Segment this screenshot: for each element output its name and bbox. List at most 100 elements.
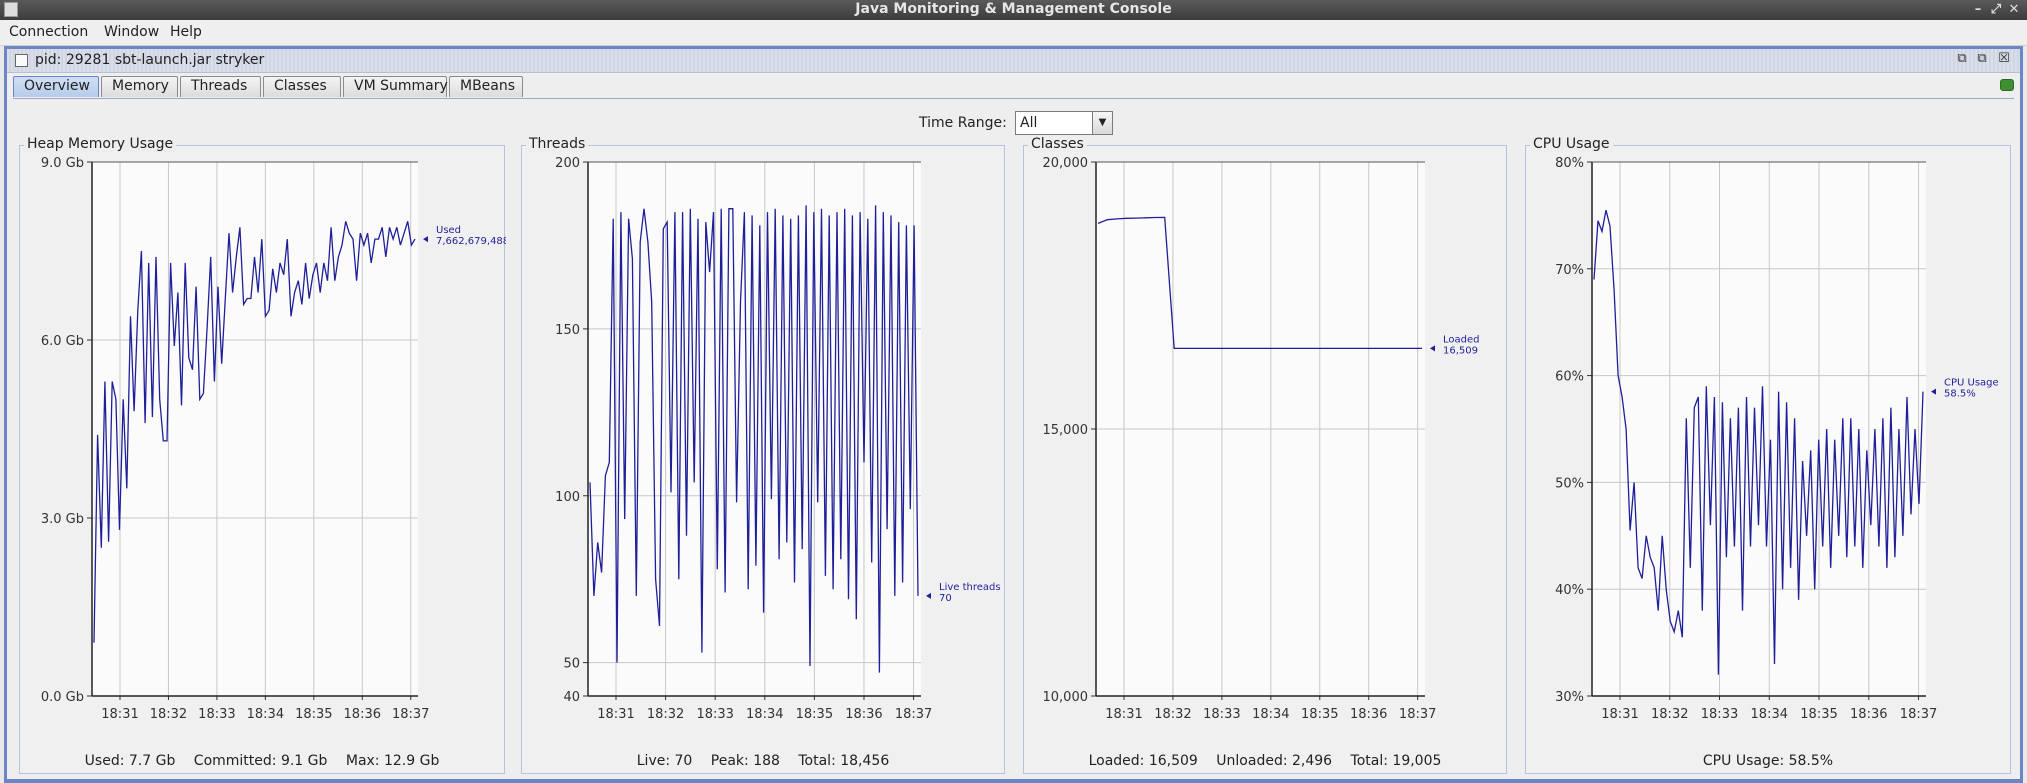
series-name-label: Loaded [1443, 334, 1480, 345]
x-tick-label: 18:37 [392, 707, 429, 722]
y-tick-label: 30% [1555, 690, 1584, 705]
x-tick-label: 18:32 [1154, 707, 1191, 722]
y-tick-label: 150 [555, 323, 580, 338]
x-tick-label: 18:35 [796, 707, 833, 722]
minimize-icon[interactable]: – [1969, 0, 1987, 20]
threads-peak-text: Peak: 188 [710, 753, 780, 769]
tab-classes[interactable]: Classes [263, 76, 341, 97]
series-value-label: 58.5% [1944, 389, 1976, 400]
series-value-label: 7,662,679,488 [436, 236, 506, 247]
cpu-usage-chart: 18:31 18:32 18:33 18:34 18:35 18:36 18:37 30% 40… [1555, 156, 1999, 722]
cpu-usage-footer: CPU Usage: 58.5% [1526, 753, 2010, 769]
x-tick-label: 18:34 [1252, 707, 1289, 722]
x-tick-label: 18:31 [101, 707, 138, 722]
x-tick-label: 18:31 [1601, 707, 1638, 722]
close-frame-icon[interactable]: ☒ [1996, 51, 2012, 69]
chevron-down-icon[interactable]: ▼ [1092, 112, 1112, 134]
tab-memory[interactable]: Memory [101, 76, 178, 97]
menu-connection[interactable]: Connection [9, 24, 88, 40]
x-tick-label: 18:34 [1751, 707, 1788, 722]
tab-vm-summary[interactable]: VM Summary [343, 76, 448, 97]
close-icon[interactable]: ✕ [2005, 0, 2023, 20]
connection-title: pid: 29281 sbt-launch.jar stryker [35, 52, 265, 68]
classes-footer: Loaded: 16,509 Unloaded: 2,496 Total: 19… [1024, 753, 1506, 769]
heap-memory-panel: Heap Memory Usage 18:31 18:32 18:33 18:34 18… [19, 136, 506, 774]
connection-frame: pid: 29281 sbt-launch.jar stryker ⧉ ⧉ ☒ … [4, 46, 2023, 783]
x-tick-label: 18:32 [150, 707, 187, 722]
y-tick-label: 100 [555, 490, 580, 505]
plot-area [1592, 162, 1926, 696]
time-range-value: All [1020, 115, 1038, 131]
x-tick-label: 18:35 [295, 707, 332, 722]
document-icon [15, 54, 28, 67]
y-tick-label: 50% [1555, 476, 1584, 491]
threads-live-text: Live: 70 [636, 753, 693, 769]
window-titlebar: Java Monitoring & Management Console – ⤢… [0, 0, 2027, 20]
series-value-label: 70 [939, 593, 952, 604]
time-range-label: Time Range: [919, 115, 1007, 131]
y-tick-label: 40% [1555, 583, 1584, 598]
x-tick-label: 18:33 [696, 707, 733, 722]
cpu-usage-text: CPU Usage: 58.5% [1702, 753, 1834, 769]
threads-total-text: Total: 18,456 [798, 753, 890, 769]
threads-footer: Live: 70 Peak: 188 Total: 18,456 [522, 753, 1004, 769]
cpu-usage-panel: CPU Usage 18:31 18:32 18:33 18:34 18:35 18:36… [1525, 136, 2011, 774]
tab-threads[interactable]: Threads [180, 76, 261, 97]
heap-committed-text: Committed: 9.1 Gb [193, 753, 328, 769]
restore-icon[interactable]: ⧉ [1954, 51, 1970, 69]
tab-overview[interactable]: Overview [13, 76, 99, 97]
series-marker [1430, 345, 1435, 352]
x-tick-label: 18:35 [1301, 707, 1338, 722]
x-tick-label: 18:34 [746, 707, 783, 722]
x-tick-label: 18:35 [1800, 707, 1837, 722]
x-tick-label: 18:34 [247, 707, 284, 722]
y-tick-label: 0.0 Gb [41, 690, 84, 705]
x-tick-label: 18:33 [1701, 707, 1738, 722]
classes-unloaded-text: Unloaded: 2,496 [1216, 753, 1333, 769]
connection-titlebar: pid: 29281 sbt-launch.jar stryker ⧉ ⧉ ☒ [7, 49, 2020, 73]
classes-chart: 18:31 18:32 18:33 18:34 18:35 18:36 18:37 10,00… [1043, 156, 1480, 722]
heap-memory-footer: Used: 7.7 Gb Committed: 9.1 Gb Max: 12.9… [20, 753, 504, 769]
x-tick-label: 18:36 [845, 707, 882, 722]
classes-panel: Classes 18:31 18:32 18:33 18:34 18:35 18:36 18… [1023, 136, 1507, 774]
tab-divider [13, 98, 2014, 99]
series-name-label: CPU Usage [1944, 378, 1999, 389]
series-name-label: Live threads [939, 582, 1001, 593]
heap-max-text: Max: 12.9 Gb [345, 753, 440, 769]
x-tick-label: 18:31 [1105, 707, 1142, 722]
y-tick-label: 80% [1555, 156, 1584, 171]
y-tick-label: 20,000 [1043, 156, 1089, 171]
heap-memory-chart: 18:31 18:32 18:33 18:34 18:35 18:36 18:37 0.0 G… [41, 156, 506, 722]
classes-loaded-text: Loaded: 16,509 [1088, 753, 1198, 769]
time-range-select[interactable]: All ▼ [1015, 111, 1113, 135]
y-tick-label: 200 [555, 156, 580, 171]
connection-status-icon [2000, 79, 2014, 91]
x-tick-label: 18:37 [1399, 707, 1436, 722]
series-marker [926, 592, 931, 599]
y-tick-label: 40 [563, 690, 580, 705]
series-value-label: 16,509 [1443, 345, 1478, 356]
window-title: Java Monitoring & Management Console [855, 1, 1172, 17]
menu-help[interactable]: Help [170, 24, 202, 40]
maximize-icon[interactable]: ⤢ [1987, 0, 2005, 20]
x-tick-label: 18:32 [647, 707, 684, 722]
y-tick-label: 3.0 Gb [41, 512, 84, 527]
tab-mbeans[interactable]: MBeans [449, 76, 523, 97]
y-tick-label: 6.0 Gb [41, 334, 84, 349]
x-tick-label: 18:31 [597, 707, 634, 722]
y-tick-label: 60% [1555, 370, 1584, 385]
threads-panel: Threads 18:31 18:32 18:33 18:34 18:35 18:36 18… [521, 136, 1005, 774]
x-tick-label: 18:36 [344, 707, 381, 722]
classes-total-text: Total: 19,005 [1350, 753, 1442, 769]
x-tick-label: 18:37 [895, 707, 932, 722]
y-tick-label: 9.0 Gb [41, 156, 84, 171]
x-tick-label: 18:33 [1203, 707, 1240, 722]
maximize-frame-icon[interactable]: ⧉ [1974, 51, 1990, 69]
x-tick-label: 18:32 [1651, 707, 1688, 722]
x-tick-label: 18:36 [1850, 707, 1887, 722]
y-tick-label: 10,000 [1043, 690, 1089, 705]
series-marker [1931, 388, 1936, 395]
menu-window[interactable]: Window [104, 24, 159, 40]
y-tick-label: 70% [1555, 263, 1584, 278]
y-tick-label: 15,000 [1043, 423, 1089, 438]
